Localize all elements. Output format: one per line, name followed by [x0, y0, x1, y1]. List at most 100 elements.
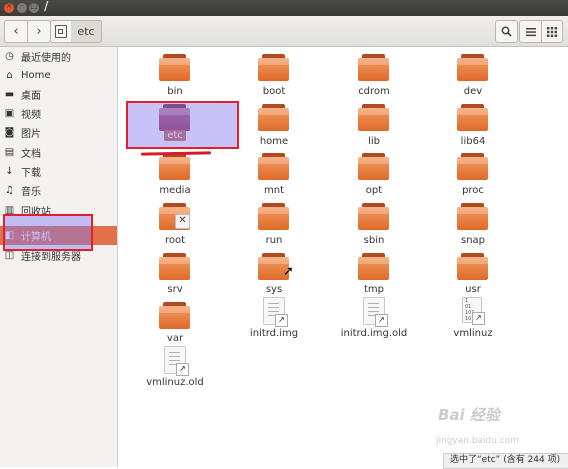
- forward-button[interactable]: ›: [27, 20, 51, 43]
- file-name: var: [166, 333, 184, 344]
- watermark-url: jingyan.baidu.com: [436, 436, 520, 446]
- folder-item[interactable]: lib: [329, 104, 419, 150]
- sidebar-item-home[interactable]: ⌂ Home: [0, 66, 117, 85]
- file-name: cdrom: [358, 86, 390, 97]
- file-name: sys: [265, 284, 283, 295]
- folder-icon: [258, 54, 289, 81]
- sidebar-item-label: 视频: [21, 110, 41, 121]
- title-bar: × – □ /: [0, 0, 568, 16]
- watermark-logo: Bai 经验: [438, 406, 500, 424]
- sidebar-item-desktop[interactable]: ▬ 桌面: [0, 85, 117, 104]
- folder-icon: [358, 203, 389, 230]
- list-view-button[interactable]: [519, 20, 542, 43]
- close-window-button[interactable]: ×: [4, 1, 14, 13]
- folder-item[interactable]: srv: [130, 253, 220, 299]
- file-name: run: [265, 235, 283, 246]
- document-icon: ▤: [4, 147, 15, 158]
- file-item[interactable]: ↗ initrd.img: [229, 297, 319, 347]
- file-name: vmlinuz.old: [146, 377, 204, 388]
- grid-view-icon: [547, 26, 557, 37]
- network-icon: ◫: [4, 250, 15, 261]
- folder-item[interactable]: sys: [229, 253, 319, 299]
- folder-icon: [457, 104, 488, 131]
- folder-item[interactable]: media: [130, 153, 220, 199]
- folder-item[interactable]: home: [229, 104, 319, 150]
- file-link-icon: ↗: [164, 346, 189, 376]
- mouse-cursor-icon: ➚: [283, 264, 294, 279]
- file-name: media: [159, 185, 191, 196]
- folder-item[interactable]: mnt: [229, 153, 319, 199]
- path-segment-button[interactable]: etc: [71, 20, 102, 43]
- maximize-window-button[interactable]: □: [29, 1, 39, 13]
- folder-item[interactable]: lib64: [428, 104, 518, 150]
- path-root-button[interactable]: [50, 20, 72, 43]
- folder-item[interactable]: cdrom: [329, 54, 419, 100]
- computer-highlight-box: [3, 214, 93, 251]
- folder-icon: [258, 203, 289, 230]
- window-title: /: [44, 0, 49, 13]
- camera-icon: ◙: [4, 127, 15, 138]
- video-icon: ▣: [4, 108, 15, 119]
- folder-item[interactable]: opt: [329, 153, 419, 199]
- folder-item[interactable]: sbin: [329, 203, 419, 249]
- list-view-icon: [525, 27, 536, 36]
- folder-item[interactable]: dev: [428, 54, 518, 100]
- folder-icon: [159, 253, 190, 280]
- file-name: snap: [460, 235, 486, 246]
- file-name: sbin: [363, 235, 385, 246]
- folder-item[interactable]: usr: [428, 253, 518, 299]
- sidebar-item-documents[interactable]: ▤ 文档: [0, 143, 117, 162]
- folder-icon: [358, 253, 389, 280]
- file-name: lib64: [460, 136, 486, 147]
- folder-item[interactable]: boot: [229, 54, 319, 100]
- folder-item[interactable]: var: [130, 302, 220, 348]
- chevron-left-icon: ‹: [13, 24, 19, 39]
- search-button[interactable]: [495, 20, 518, 43]
- folder-item[interactable]: tmp: [329, 253, 419, 299]
- sidebar-item-pictures[interactable]: ◙ 图片: [0, 123, 117, 142]
- folder-icon: [159, 153, 190, 180]
- folder-icon: [258, 104, 289, 131]
- folder-item[interactable]: ✕ root: [130, 203, 220, 249]
- file-item[interactable]: ↗ initrd.img.old: [329, 297, 419, 347]
- folder-item[interactable]: run: [229, 203, 319, 249]
- sidebar-item-label: 下载: [21, 168, 41, 179]
- close-icon: ×: [5, 1, 13, 10]
- grid-view-button[interactable]: [541, 20, 563, 43]
- sidebar-item-label: Home: [21, 70, 51, 81]
- sidebar-item-label: 图片: [21, 129, 41, 140]
- file-item[interactable]: 1011011010 ↗ vmlinuz: [428, 297, 518, 347]
- folder-icon: [159, 302, 190, 329]
- folder-icon: [457, 54, 488, 81]
- file-name: usr: [465, 284, 481, 295]
- sidebar: ◷ 最近使用的 ⌂ Home ▬ 桌面 ▣ 视频 ◙ 图片 ▤ 文档 ↓ 下载 ♫ 音乐 ▥ 回收…: [0, 47, 118, 467]
- sidebar-item-downloads[interactable]: ↓ 下载: [0, 162, 117, 181]
- folder-icon: [457, 203, 488, 230]
- file-name: srv: [167, 284, 183, 295]
- file-name: lib: [368, 136, 380, 147]
- sidebar-item-videos[interactable]: ▣ 视频: [0, 104, 117, 123]
- drive-icon: [55, 25, 67, 38]
- file-name: boot: [262, 86, 286, 97]
- folder-icon: [358, 153, 389, 180]
- folder-item[interactable]: bin: [130, 54, 220, 100]
- file-name: root: [164, 235, 186, 246]
- file-name: opt: [365, 185, 383, 196]
- download-icon: ↓: [5, 166, 14, 177]
- folder-icon: [358, 54, 389, 81]
- folder-item[interactable]: proc: [428, 153, 518, 199]
- sidebar-item-recent[interactable]: ◷ 最近使用的: [0, 47, 117, 66]
- sidebar-item-music[interactable]: ♫ 音乐: [0, 181, 117, 200]
- maximize-icon: □: [30, 1, 38, 10]
- folder-icon: [358, 104, 389, 131]
- toolbar: ‹ › etc: [0, 16, 568, 47]
- file-name: mnt: [264, 185, 284, 196]
- folder-icon: [258, 153, 289, 180]
- sidebar-item-label: 桌面: [21, 91, 41, 102]
- folder-item[interactable]: snap: [428, 203, 518, 249]
- file-item[interactable]: ↗ vmlinuz.old: [130, 346, 220, 396]
- minimize-window-button[interactable]: –: [17, 1, 27, 13]
- back-button[interactable]: ‹: [4, 20, 28, 43]
- file-name: bin: [167, 86, 183, 97]
- home-icon: ⌂: [6, 70, 13, 81]
